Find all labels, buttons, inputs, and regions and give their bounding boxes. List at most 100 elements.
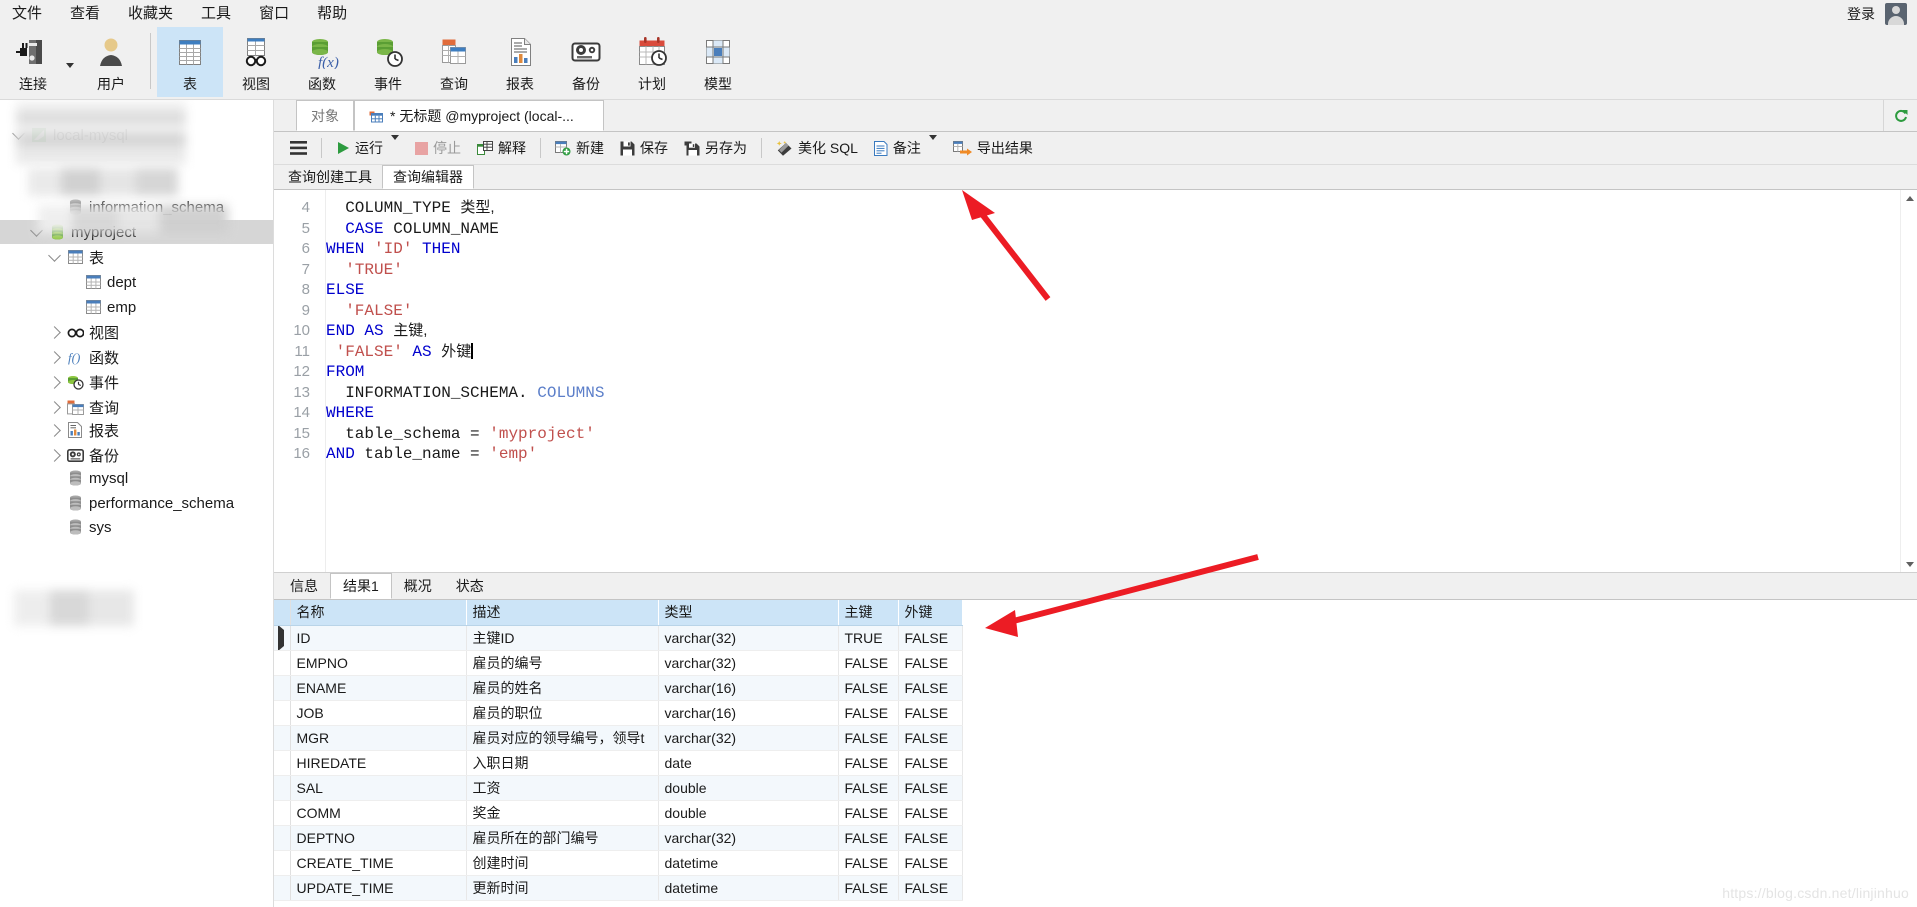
grid-cell[interactable]: FALSE [838,825,899,851]
refresh-icon[interactable] [1883,100,1917,131]
code-line[interactable]: 13 INFORMATION_SCHEMA. COLUMNS [274,383,1844,404]
grid-cell[interactable]: EMPNO [290,650,467,676]
code-text[interactable]: 'TRUE' [326,260,403,281]
grid-cell[interactable]: FALSE [838,725,899,751]
dropdown-caret-icon[interactable] [391,135,399,156]
grid-cell[interactable]: 更新时间 [466,875,659,901]
login-link[interactable]: 登录 [1847,4,1875,24]
table-row[interactable]: DEPTNO 雇员所在的部门编号 varchar(32) FALSE FALSE [274,825,963,851]
menu-tools[interactable]: 工具 [187,0,245,27]
code-line[interactable]: 10 END AS 主键, [274,321,1844,342]
grid-cell[interactable]: DEPTNO [290,825,467,851]
grid-cell[interactable]: varchar(32) [658,650,839,676]
code-text[interactable]: WHERE [326,403,374,424]
toolbar-button-视图[interactable]: 视图 [223,27,289,97]
grid-cell[interactable]: FALSE [898,775,963,801]
menu-file[interactable]: 文件 [0,0,56,27]
tree-item-视图[interactable]: 视图 [0,320,273,344]
query-toolbar-停止[interactable]: 停止 [407,132,469,165]
table-row[interactable]: HIREDATE 入职日期 date FALSE FALSE [274,750,963,776]
grid-cell[interactable]: FALSE [898,875,963,901]
code-line[interactable]: 4 COLUMN_TYPE 类型, [274,198,1844,219]
query-toolbar-备注[interactable]: 备注 [866,132,945,165]
tree-item-函数[interactable]: f() 函数 [0,345,273,369]
grid-cell[interactable]: COMM [290,800,467,826]
user-avatar-icon[interactable] [1885,2,1907,25]
menu-favorites[interactable]: 收藏夹 [114,0,187,27]
grid-column-header[interactable]: 描述 [466,600,659,626]
grid-cell[interactable]: FALSE [838,850,899,876]
table-row[interactable]: MGR 雇员对应的领导编号，领导t varchar(32) FALSE FALSE [274,725,963,751]
tree-twisty-right-icon[interactable] [44,423,64,437]
row-selector[interactable] [274,650,291,676]
tree-item-dept[interactable]: dept [0,270,273,294]
grid-cell[interactable]: ID [290,625,467,651]
tree-item-表[interactable]: 表 [0,245,273,269]
toolbar-button-查询[interactable]: 查询 [421,27,487,97]
tree-item-performance_schema[interactable]: performance_schema [0,491,273,515]
grid-cell[interactable]: SAL [290,775,467,801]
grid-cell[interactable]: FALSE [898,700,963,726]
code-line[interactable]: 12 FROM [274,362,1844,383]
code-line[interactable]: 14 WHERE [274,403,1844,424]
grid-column-header[interactable]: 外键 [898,600,963,626]
result-tab-信息[interactable]: 信息 [278,573,330,599]
toolbar-button-报表[interactable]: 报表 [487,27,553,97]
grid-cell[interactable]: 入职日期 [466,750,659,776]
query-toolbar-保存[interactable]: 保存 [612,132,676,165]
row-selector[interactable] [274,825,291,851]
grid-cell[interactable]: FALSE [838,800,899,826]
toolbar-button-连接[interactable]: 连接 [0,27,66,97]
code-text[interactable]: 'FALSE' AS 外键 [326,342,473,363]
result-tab-结果1[interactable]: 结果1 [330,573,392,599]
query-toolbar-运行[interactable]: 运行 [328,132,407,165]
code-line[interactable]: 8 ELSE [274,280,1844,301]
row-selector[interactable] [274,750,291,776]
grid-cell[interactable]: 雇员的姓名 [466,675,659,701]
grid-cell[interactable]: 雇员的职位 [466,700,659,726]
code-line[interactable]: 5 CASE COLUMN_NAME [274,219,1844,240]
tree-item-事件[interactable]: 事件 [0,370,273,394]
table-row[interactable]: ID 主键ID varchar(32) TRUE FALSE [274,625,963,651]
tree-item-sys[interactable]: sys [0,515,273,539]
toolbar-button-表[interactable]: 表 [157,27,223,97]
toolbar-button-事件[interactable]: 事件 [355,27,421,97]
result-grid[interactable]: 名称 描述 类型 主键 外键 ID 主键ID varchar(32) TRUE FALSE EMP… [274,600,963,901]
dropdown-caret-icon[interactable] [928,135,937,156]
query-toolbar-解释[interactable]: 解释 [469,132,534,165]
grid-cell[interactable]: 主键ID [466,625,659,651]
toolbar-button-备份[interactable]: 备份 [553,27,619,97]
code-text[interactable]: ELSE [326,280,364,301]
grid-cell[interactable]: 工资 [466,775,659,801]
table-row[interactable]: COMM 奖金 double FALSE FALSE [274,800,963,826]
code-line[interactable]: 9 'FALSE' [274,301,1844,322]
code-text[interactable]: AND table_name = 'emp' [326,444,537,465]
row-selector[interactable] [274,850,291,876]
grid-cell[interactable]: 雇员的编号 [466,650,659,676]
code-line[interactable]: 11 'FALSE' AS 外键 [274,342,1844,363]
grid-cell[interactable]: FALSE [838,650,899,676]
code-text[interactable]: COLUMN_TYPE 类型, [326,198,494,219]
editor-scroll-up-icon[interactable] [1901,190,1917,207]
grid-cell[interactable]: varchar(16) [658,675,839,701]
menu-window[interactable]: 窗口 [245,0,303,27]
code-text[interactable]: 'FALSE' [326,301,412,322]
query-toolbar-另存为[interactable]: 另存为 [676,132,755,165]
grid-column-header[interactable]: 名称 [290,600,467,626]
tree-twisty-right-icon[interactable] [44,325,64,339]
editor-tab-查询编辑器[interactable]: 查询编辑器 [382,165,474,189]
toolbar-button-用户[interactable]: 用户 [78,27,144,97]
grid-cell[interactable]: varchar(32) [658,825,839,851]
grid-cell[interactable]: TRUE [838,625,899,651]
toolbar-button-计划[interactable]: 计划 [619,27,685,97]
tree-item-报表[interactable]: 报表 [0,418,273,442]
table-row[interactable]: EMPNO 雇员的编号 varchar(32) FALSE FALSE [274,650,963,676]
grid-cell[interactable]: FALSE [898,650,963,676]
code-line[interactable]: 16 AND table_name = 'emp' [274,444,1844,465]
grid-cell[interactable]: 雇员所在的部门编号 [466,825,659,851]
grid-cell[interactable]: FALSE [838,775,899,801]
grid-cell[interactable]: HIREDATE [290,750,467,776]
table-row[interactable]: JOB 雇员的职位 varchar(16) FALSE FALSE [274,700,963,726]
grid-cell[interactable]: FALSE [838,700,899,726]
navigation-sidebar[interactable]: local-mysql information_schema myproject [0,100,274,907]
